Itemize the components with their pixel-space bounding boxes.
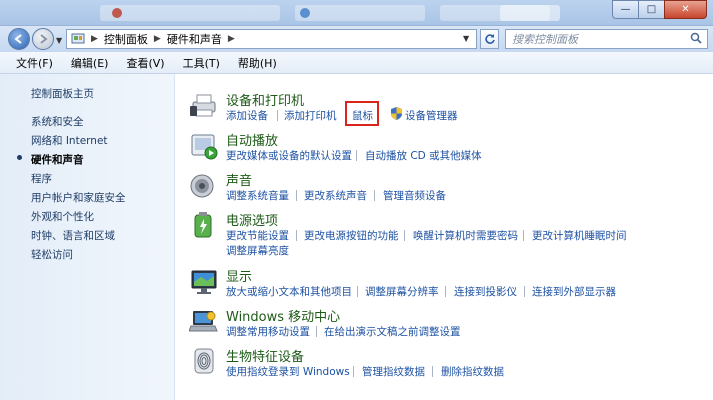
link-change-sleep-time[interactable]: 更改计算机睡眠时间 <box>532 228 627 243</box>
address-dropdown-icon[interactable]: ▼ <box>463 34 469 43</box>
category-title-devices-printers[interactable]: 设备和打印机 <box>226 90 304 109</box>
menu-view[interactable]: 查看(V) <box>120 53 170 73</box>
link-change-power-saving[interactable]: 更改节能设置 <box>226 228 289 243</box>
forward-arrow-icon <box>40 34 48 44</box>
speaker-icon[interactable] <box>189 172 219 200</box>
search-placeholder: 搜索控制面板 <box>512 33 578 46</box>
refresh-icon <box>484 34 495 44</box>
category-title-autoplay[interactable]: 自动播放 <box>226 130 278 149</box>
sidebar-item-user-accounts[interactable]: 用户帐户和家庭安全 <box>31 190 126 205</box>
printer-icon[interactable] <box>189 92 219 120</box>
divider <box>445 286 446 297</box>
link-autoplay-cd[interactable]: 自动播放 CD 或其他媒体 <box>365 148 482 163</box>
autoplay-icon[interactable] <box>189 132 219 160</box>
category-title-power[interactable]: 电源选项 <box>226 210 278 229</box>
category-title-biometric[interactable]: 生物特征设备 <box>226 346 304 365</box>
power-icon[interactable] <box>189 211 219 239</box>
breadcrumb-separator[interactable]: ▶ <box>91 34 98 44</box>
link-fingerprint-login[interactable]: 使用指纹登录到 Windows <box>226 364 350 379</box>
category-title-mobility-center[interactable]: Windows 移动中心 <box>226 306 340 325</box>
back-button[interactable] <box>8 28 30 50</box>
link-add-device[interactable]: 添加设备 <box>226 108 268 123</box>
link-resize-text[interactable]: 放大或缩小文本和其他项目 <box>226 284 352 299</box>
link-device-manager[interactable]: 设备管理器 <box>405 108 458 123</box>
sidebar-home-link[interactable]: 控制面板主页 <box>31 86 94 101</box>
monitor-icon[interactable] <box>189 268 219 296</box>
link-change-system-sounds[interactable]: 更改系统声音 <box>304 188 367 203</box>
link-mouse[interactable]: 鼠标 <box>352 108 373 123</box>
link-require-password-wake[interactable]: 唤醒计算机时需要密码 <box>413 228 518 243</box>
link-connect-projector[interactable]: 连接到投影仪 <box>454 284 517 299</box>
divider <box>353 366 354 377</box>
divider <box>356 150 357 161</box>
link-manage-fingerprint[interactable]: 管理指纹数据 <box>362 364 425 379</box>
sidebar-item-clock-language[interactable]: 时钟、语言和区域 <box>31 228 115 243</box>
uac-shield-icon <box>391 107 402 120</box>
divider <box>404 230 405 241</box>
link-connect-external-display[interactable]: 连接到外部显示器 <box>532 284 616 299</box>
link-change-media-defaults[interactable]: 更改媒体或设备的默认设置 <box>226 148 352 163</box>
link-delete-fingerprint[interactable]: 删除指纹数据 <box>441 364 504 379</box>
link-screen-resolution[interactable]: 调整屏幕分辨率 <box>365 284 439 299</box>
blurred-tab <box>500 5 560 21</box>
link-adjust-brightness[interactable]: 调整屏幕亮度 <box>226 243 289 258</box>
sidebar-item-appearance[interactable]: 外观和个性化 <box>31 209 94 224</box>
address-toolbar: ▼ ▶ 控制面板 ▶ 硬件和声音 ▶ ▼ 搜索控制面板 <box>0 26 713 52</box>
link-adjust-mobility-settings[interactable]: 调整常用移动设置 <box>226 324 310 339</box>
menu-bar: 文件(F) 编辑(E) 查看(V) 工具(T) 帮助(H) <box>0 52 713 74</box>
breadcrumb-control-panel[interactable]: 控制面板 <box>104 31 148 47</box>
link-add-printer[interactable]: 添加打印机 <box>284 108 337 123</box>
sidebar-item-programs[interactable]: 程序 <box>31 171 52 186</box>
link-manage-audio-devices[interactable]: 管理音频设备 <box>383 188 446 203</box>
maximize-button[interactable]: □ <box>638 0 664 19</box>
title-bar: — □ ✕ <box>0 0 713 26</box>
address-bar[interactable]: ▶ 控制面板 ▶ 硬件和声音 ▶ <box>66 29 477 49</box>
sidebar-item-network[interactable]: 网络和 Internet <box>31 133 108 148</box>
divider <box>296 230 297 241</box>
close-button[interactable]: ✕ <box>664 0 707 19</box>
blurred-tab <box>100 5 280 21</box>
control-panel-icon <box>71 33 85 44</box>
breadcrumb-hardware-sound[interactable]: 硬件和声音 <box>167 31 222 47</box>
search-input[interactable]: 搜索控制面板 <box>505 29 708 49</box>
breadcrumb-separator[interactable]: ▶ <box>154 34 161 44</box>
active-bullet-icon <box>17 155 22 160</box>
minimize-button[interactable]: — <box>612 0 638 19</box>
divider <box>524 286 525 297</box>
back-arrow-icon <box>14 34 22 44</box>
divider <box>277 110 278 121</box>
link-presentation-settings[interactable]: 在给出演示文稿之前调整设置 <box>324 324 461 339</box>
mobility-center-icon[interactable] <box>189 308 219 336</box>
divider <box>432 366 433 377</box>
link-adjust-volume[interactable]: 调整系统音量 <box>226 188 289 203</box>
sidebar-item-system-security[interactable]: 系统和安全 <box>31 114 84 129</box>
link-power-button-function[interactable]: 更改电源按钮的功能 <box>304 228 399 243</box>
divider <box>523 230 524 241</box>
divider <box>296 190 297 201</box>
blurred-tab-icon <box>112 8 122 18</box>
sidebar-item-hardware-sound[interactable]: 硬件和声音 <box>31 152 84 167</box>
divider <box>316 326 317 337</box>
sidebar-item-ease-of-access[interactable]: 轻松访问 <box>31 247 73 262</box>
forward-button[interactable] <box>32 28 54 50</box>
category-title-sound[interactable]: 声音 <box>226 170 252 189</box>
divider <box>357 286 358 297</box>
recent-pages-dropdown-icon[interactable]: ▼ <box>56 36 62 45</box>
fingerprint-icon[interactable] <box>189 347 219 375</box>
category-title-display[interactable]: 显示 <box>226 266 252 285</box>
divider <box>374 190 375 201</box>
search-icon[interactable] <box>690 32 702 47</box>
menu-edit[interactable]: 编辑(E) <box>65 53 115 73</box>
refresh-button[interactable] <box>480 29 499 49</box>
breadcrumb-separator[interactable]: ▶ <box>228 34 235 44</box>
menu-tools[interactable]: 工具(T) <box>177 53 226 73</box>
blurred-tab-icon <box>300 8 310 18</box>
menu-file[interactable]: 文件(F) <box>10 53 59 73</box>
window-controls: — □ ✕ <box>612 0 707 19</box>
blurred-tab <box>295 5 425 21</box>
menu-help[interactable]: 帮助(H) <box>232 53 283 73</box>
sidebar: 控制面板主页 系统和安全 网络和 Internet 硬件和声音 程序 用户帐户和… <box>0 74 175 400</box>
